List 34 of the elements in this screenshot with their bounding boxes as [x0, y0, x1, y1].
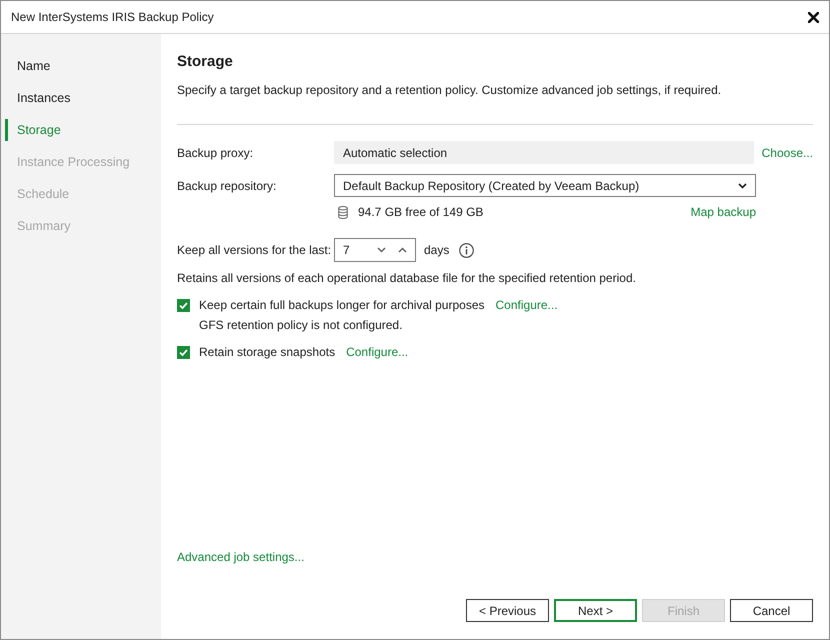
retention-note: Retains all versions of each operational database file for the specified retention period.: [177, 270, 637, 286]
window-title: New InterSystems IRIS Backup Policy: [11, 10, 214, 24]
days-spinner[interactable]: 7: [334, 238, 416, 262]
option-status-text: GFS retention policy is not configured.: [199, 317, 402, 333]
field-label: Backup repository:: [177, 178, 278, 192]
sidebar-step[interactable]: Name: [5, 55, 161, 77]
free-space-text: 94.7 GB free of 149 GB: [358, 205, 484, 219]
proxy-field: Automatic selection: [334, 141, 754, 164]
configure-link[interactable]: Configure...: [496, 298, 558, 312]
field-label: Keep all versions for the last:: [177, 243, 332, 257]
chevron-up-icon[interactable]: [398, 247, 407, 253]
option-label: Retain storage snapshots: [199, 345, 336, 359]
sidebar-step[interactable]: Instances: [5, 87, 161, 109]
wizard-button[interactable]: Cancel: [730, 599, 813, 622]
choose-link[interactable]: Choose...: [762, 146, 813, 160]
advanced-settings-link[interactable]: Advanced job settings...: [177, 549, 304, 565]
database-icon: [338, 206, 348, 218]
chevron-down-icon: [738, 182, 747, 188]
option-label: Keep certain full backups longer for archival purposes: [199, 298, 484, 312]
page-description: Specify a target backup repository and a retention policy. Customize advanced job settings, if required.: [177, 82, 722, 98]
checkbox[interactable]: [177, 298, 190, 312]
repository-dropdown[interactable]: Default Backup Repository (Created by Veeam Backup): [334, 174, 756, 197]
field-label: Backup proxy:: [177, 146, 254, 160]
days-label: days: [424, 243, 450, 257]
chevron-down-icon[interactable]: [377, 247, 386, 253]
close-icon[interactable]: [808, 12, 819, 22]
configure-link[interactable]: Configure...: [346, 345, 408, 359]
checkbox[interactable]: [177, 346, 190, 358]
page-heading: Storage: [177, 52, 233, 72]
wizard-button[interactable]: Next >: [554, 599, 637, 622]
sidebar-step[interactable]: Storage: [5, 119, 161, 141]
wizard-button[interactable]: < Previous: [466, 599, 549, 622]
map-backup-link[interactable]: Map backup: [690, 205, 756, 219]
info-icon[interactable]: [459, 242, 474, 258]
